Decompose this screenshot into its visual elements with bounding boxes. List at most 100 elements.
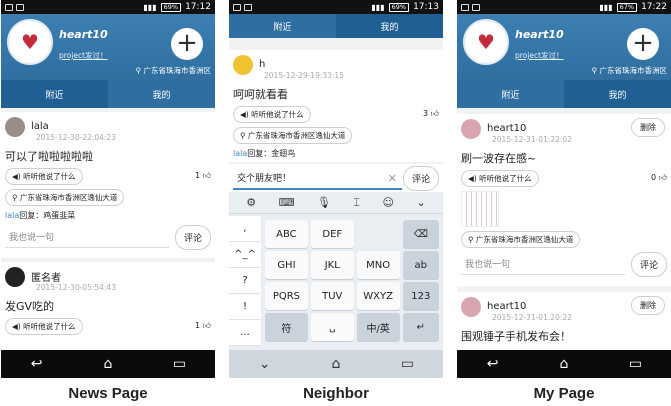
- hide-keyboard-icon[interactable]: ⌄: [416, 196, 425, 209]
- key-comma[interactable]: ,: [229, 216, 261, 242]
- clear-input-icon[interactable]: ✕: [388, 172, 397, 185]
- profile-link[interactable]: project发过！: [59, 50, 108, 61]
- post-reply: lala回复：鸡蛋韭菜: [5, 210, 76, 220]
- key-jkl[interactable]: JKL: [310, 251, 354, 279]
- location-pin-icon: ⚲: [135, 66, 142, 75]
- key-def[interactable]: DEF: [310, 220, 354, 248]
- signal-icon: ▮▮▮: [371, 2, 385, 12]
- comment-compose: 交个朋友吧！ ✕ 评论: [229, 164, 443, 192]
- tab-nearby[interactable]: 附近: [1, 80, 108, 108]
- tab-nearby[interactable]: 附近: [229, 14, 336, 38]
- back-icon[interactable]: ↩: [478, 356, 508, 372]
- post-avatar[interactable]: [5, 116, 25, 137]
- listen-voice-button[interactable]: ◀) 听听他说了什么: [233, 105, 311, 123]
- tab-bar: 附近 我的: [229, 14, 443, 38]
- emoji-icon[interactable]: ☺: [383, 196, 394, 209]
- status-bar: ▮▮▮ 69% 17:12: [1, 0, 215, 14]
- post-avatar[interactable]: [461, 296, 481, 317]
- settings-icon[interactable]: ⚙: [246, 196, 256, 209]
- key-abc[interactable]: ABC: [265, 220, 308, 248]
- like-count[interactable]: 3 👍︎: [423, 109, 439, 119]
- status-time: 17:13: [413, 2, 439, 12]
- key-symbols[interactable]: 符: [265, 313, 308, 341]
- profile-avatar[interactable]: ♥: [7, 19, 53, 65]
- post-avatar[interactable]: [233, 54, 253, 75]
- tab-mine[interactable]: 我的: [336, 14, 443, 38]
- profile-link[interactable]: project发过！: [515, 50, 564, 61]
- key-ellipsis[interactable]: ...: [229, 320, 261, 346]
- post-text: 呵呵就看看: [233, 87, 288, 101]
- like-count[interactable]: 1 👍︎: [195, 321, 211, 331]
- speaker-icon: ◀): [12, 171, 21, 181]
- home-icon[interactable]: ⌂: [321, 356, 351, 372]
- comment-input[interactable]: 我也说一句: [461, 253, 625, 275]
- comment-button[interactable]: 评论: [402, 166, 439, 191]
- home-icon[interactable]: ⌂: [93, 356, 123, 372]
- add-post-button[interactable]: +: [627, 28, 659, 60]
- key-letters[interactable]: ab: [402, 251, 439, 279]
- add-post-button[interactable]: +: [171, 28, 203, 60]
- key-tuv[interactable]: TUV: [310, 282, 354, 310]
- comment-input[interactable]: 交个朋友吧！: [233, 167, 402, 190]
- key-wxyz[interactable]: WXYZ: [356, 282, 400, 310]
- cursor-icon[interactable]: ⌶: [353, 196, 360, 210]
- listen-voice-button[interactable]: ◀) 听听他说了什么: [5, 167, 83, 185]
- post-text: 围观锤子手机发布会！: [461, 329, 571, 343]
- recent-apps-icon[interactable]: ▭: [392, 356, 422, 372]
- key-enter[interactable]: ↵: [402, 313, 439, 341]
- keyboard-icon[interactable]: ⌨: [279, 196, 295, 209]
- caption-my-page: My Page: [533, 385, 595, 402]
- my-page-screen: ▮▮▮ 67% 17:22 ♥ heart10 project发过！ + ⚲ 广…: [457, 0, 671, 378]
- my-post: 删除 heart10 2015-12-31-01:22:02 刷一波存在感~ ◀…: [457, 114, 671, 286]
- location-pin-icon: ⚲: [468, 234, 474, 244]
- tab-mine[interactable]: 我的: [564, 80, 671, 108]
- tab-nearby[interactable]: 附近: [457, 80, 564, 108]
- microphone-icon[interactable]: 🎙︎: [317, 196, 331, 209]
- listen-voice-button[interactable]: ◀) 听听他说了什么: [5, 317, 83, 335]
- key-question[interactable]: ?: [229, 268, 261, 294]
- listen-voice-button[interactable]: ◀) 听听他说了什么: [461, 169, 539, 187]
- notification-icon: [472, 3, 480, 11]
- system-nav-bar: ↩ ⌂ ▭: [457, 350, 671, 378]
- post-avatar[interactable]: [461, 118, 481, 139]
- key-pqrs[interactable]: PQRS: [265, 282, 308, 310]
- comment-button[interactable]: 评论: [174, 224, 211, 250]
- tab-bar: 附近 我的: [457, 80, 671, 108]
- post-image-thumbnail[interactable]: [461, 190, 499, 227]
- post-username: h: [259, 59, 266, 70]
- home-icon[interactable]: ⌂: [549, 356, 579, 372]
- key-mno[interactable]: MNO: [356, 251, 400, 279]
- key-ghi[interactable]: GHI: [265, 251, 308, 279]
- recent-apps-icon[interactable]: ▭: [620, 356, 650, 372]
- like-count[interactable]: 0 👍︎: [651, 173, 667, 183]
- keyboard-keys: ABC DEF ⌫ GHI JKL MNO ab PQRS TUV WXYZ 1…: [265, 220, 439, 341]
- profile-avatar[interactable]: ♥: [463, 19, 509, 65]
- post-username: heart10: [487, 301, 527, 312]
- key-language[interactable]: 中/英: [356, 313, 400, 341]
- tab-mine[interactable]: 我的: [108, 80, 215, 108]
- post-avatar[interactable]: [5, 266, 25, 287]
- location-pin-icon: ⚲: [240, 130, 246, 140]
- post-username: heart10: [487, 123, 527, 134]
- collapse-icon[interactable]: ⌄: [250, 356, 280, 372]
- thumbs-up-icon: 👍︎: [658, 173, 667, 182]
- comment-button[interactable]: 评论: [630, 251, 667, 277]
- notification-icon: [16, 3, 24, 11]
- thumbs-up-icon: 👍︎: [430, 109, 439, 118]
- post-location-chip: ⚲ 广东省珠海市香洲区逸仙大道: [5, 188, 125, 206]
- key-exclaim[interactable]: !: [229, 294, 261, 320]
- back-icon[interactable]: ↩: [22, 356, 52, 372]
- key-backspace[interactable]: ⌫: [402, 220, 439, 248]
- profile-location: ⚲ 广东省珠海市香洲区: [135, 66, 211, 75]
- key-emoticon[interactable]: ^_^: [229, 242, 261, 268]
- key-space[interactable]: ␣: [310, 313, 354, 341]
- delete-post-button[interactable]: 删除: [631, 118, 665, 137]
- like-count[interactable]: 1 👍︎: [195, 171, 211, 181]
- comment-input[interactable]: 我也说一句: [5, 226, 169, 248]
- key-numbers[interactable]: 123: [402, 282, 439, 310]
- delete-post-button[interactable]: 删除: [631, 296, 665, 315]
- thumbs-up-icon: 👍︎: [202, 321, 211, 330]
- recent-apps-icon[interactable]: ▭: [164, 356, 194, 372]
- post-location-chip: ⚲ 广东省珠海市香洲区逸仙大道: [461, 230, 581, 248]
- post-date: 2015-12-29-19:33:15: [264, 70, 344, 80]
